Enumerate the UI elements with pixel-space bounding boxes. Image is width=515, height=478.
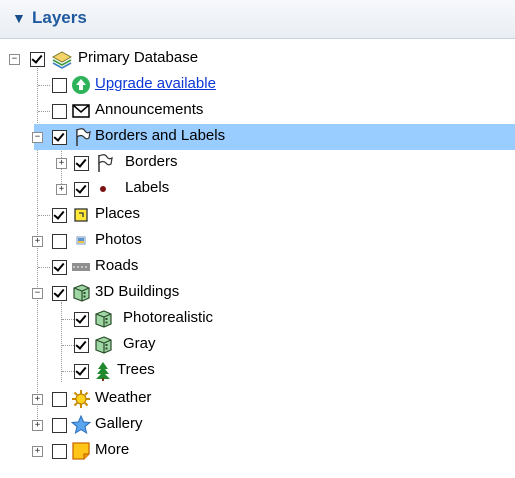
layer-label: Announcements [95,101,204,118]
expand-button[interactable]: + [32,446,43,457]
tree-line [38,215,50,216]
tree-icon [96,362,110,381]
layer-checkbox[interactable] [74,364,89,379]
star-icon [71,415,91,435]
layer-label: Gray [123,335,156,352]
sun-icon [72,390,90,408]
road-icon [72,263,90,271]
layer-label: Photorealistic [123,309,214,326]
layer-row-photos[interactable]: + Photos [0,228,515,254]
layer-checkbox[interactable] [52,78,67,93]
expand-button[interactable]: + [32,420,43,431]
collapse-button[interactable]: − [9,54,20,65]
layer-label: Primary Database [78,49,199,66]
collapse-button[interactable]: − [32,132,43,143]
collapse-button[interactable]: − [32,288,43,299]
layer-checkbox[interactable] [52,286,67,301]
expand-button[interactable]: + [32,394,43,405]
panel-title: Layers [32,8,87,27]
building-cube-icon [73,284,90,302]
expand-button[interactable]: + [32,236,43,247]
layer-label: Weather [95,389,152,406]
note-icon [72,442,90,460]
layer-checkbox[interactable] [74,182,89,197]
tree-line [38,267,50,268]
layer-label: Photos [95,231,142,248]
layer-checkbox[interactable] [52,392,67,407]
upgrade-link[interactable]: Upgrade available [95,75,216,92]
tree-line [62,371,74,372]
layers-header[interactable]: ▼ Layers [0,0,515,39]
building-cube-icon [95,310,112,328]
tree-line [38,111,50,112]
layer-checkbox[interactable] [74,338,89,353]
layer-row-announcements[interactable]: Announcements [0,98,515,124]
layer-checkbox[interactable] [30,52,45,67]
layer-row-gallery[interactable]: + Gallery [0,412,515,438]
places-icon [74,208,88,222]
layer-label: Roads [95,257,139,274]
layer-row-places[interactable]: Places [0,202,515,228]
layer-row-borders[interactable]: + Borders [0,150,515,176]
layer-row-labels[interactable]: + Labels [0,176,515,202]
layer-label: Labels [125,179,170,196]
layers-panel: ▼ Layers − Primary Database Upgrade avai… [0,0,515,478]
collapse-triangle-icon[interactable]: ▼ [12,10,26,26]
envelope-icon [72,104,90,118]
tree-line [38,85,50,86]
flag-icon [98,154,113,172]
layer-label: 3D Buildings [95,283,180,300]
layer-row-photorealistic[interactable]: Photorealistic [0,306,515,332]
layer-checkbox[interactable] [52,208,67,223]
layer-row-roads[interactable]: Roads [0,254,515,280]
layer-checkbox[interactable] [52,130,67,145]
upgrade-arrow-icon [72,76,90,94]
layer-row-weather[interactable]: + Weather [0,386,515,412]
expand-button[interactable]: + [56,158,67,169]
layer-label: Borders and Labels [95,127,226,144]
layer-label: More [95,441,130,458]
dot-icon [100,186,106,192]
expand-button[interactable]: + [56,184,67,195]
layer-row-upgrade-available[interactable]: Upgrade available [0,72,515,98]
layer-checkbox[interactable] [52,234,67,249]
layer-row-trees[interactable]: Trees [0,358,515,384]
layer-row-primary-database[interactable]: − Primary Database [0,46,515,72]
layer-checkbox[interactable] [52,104,67,119]
layer-checkbox[interactable] [52,418,67,433]
layer-checkbox[interactable] [74,156,89,171]
layer-checkbox[interactable] [74,312,89,327]
layer-label: Gallery [95,415,143,432]
layer-row-borders-and-labels[interactable]: − Borders and Labels [0,124,515,150]
layer-row-more[interactable]: + More [0,438,515,464]
layer-checkbox[interactable] [52,444,67,459]
layer-row-3d-buildings[interactable]: − 3D Buildings [0,280,515,306]
layer-label: Borders [125,153,178,170]
building-cube-icon [95,336,112,354]
tree-line [62,345,74,346]
layer-checkbox[interactable] [52,260,67,275]
layer-label: Trees [117,361,155,378]
layer-row-gray[interactable]: Gray [0,332,515,358]
layers-stack-icon [52,51,72,69]
photo-icon [76,236,86,245]
tree-line [62,319,74,320]
layer-label: Places [95,205,141,222]
flag-icon [76,128,91,146]
